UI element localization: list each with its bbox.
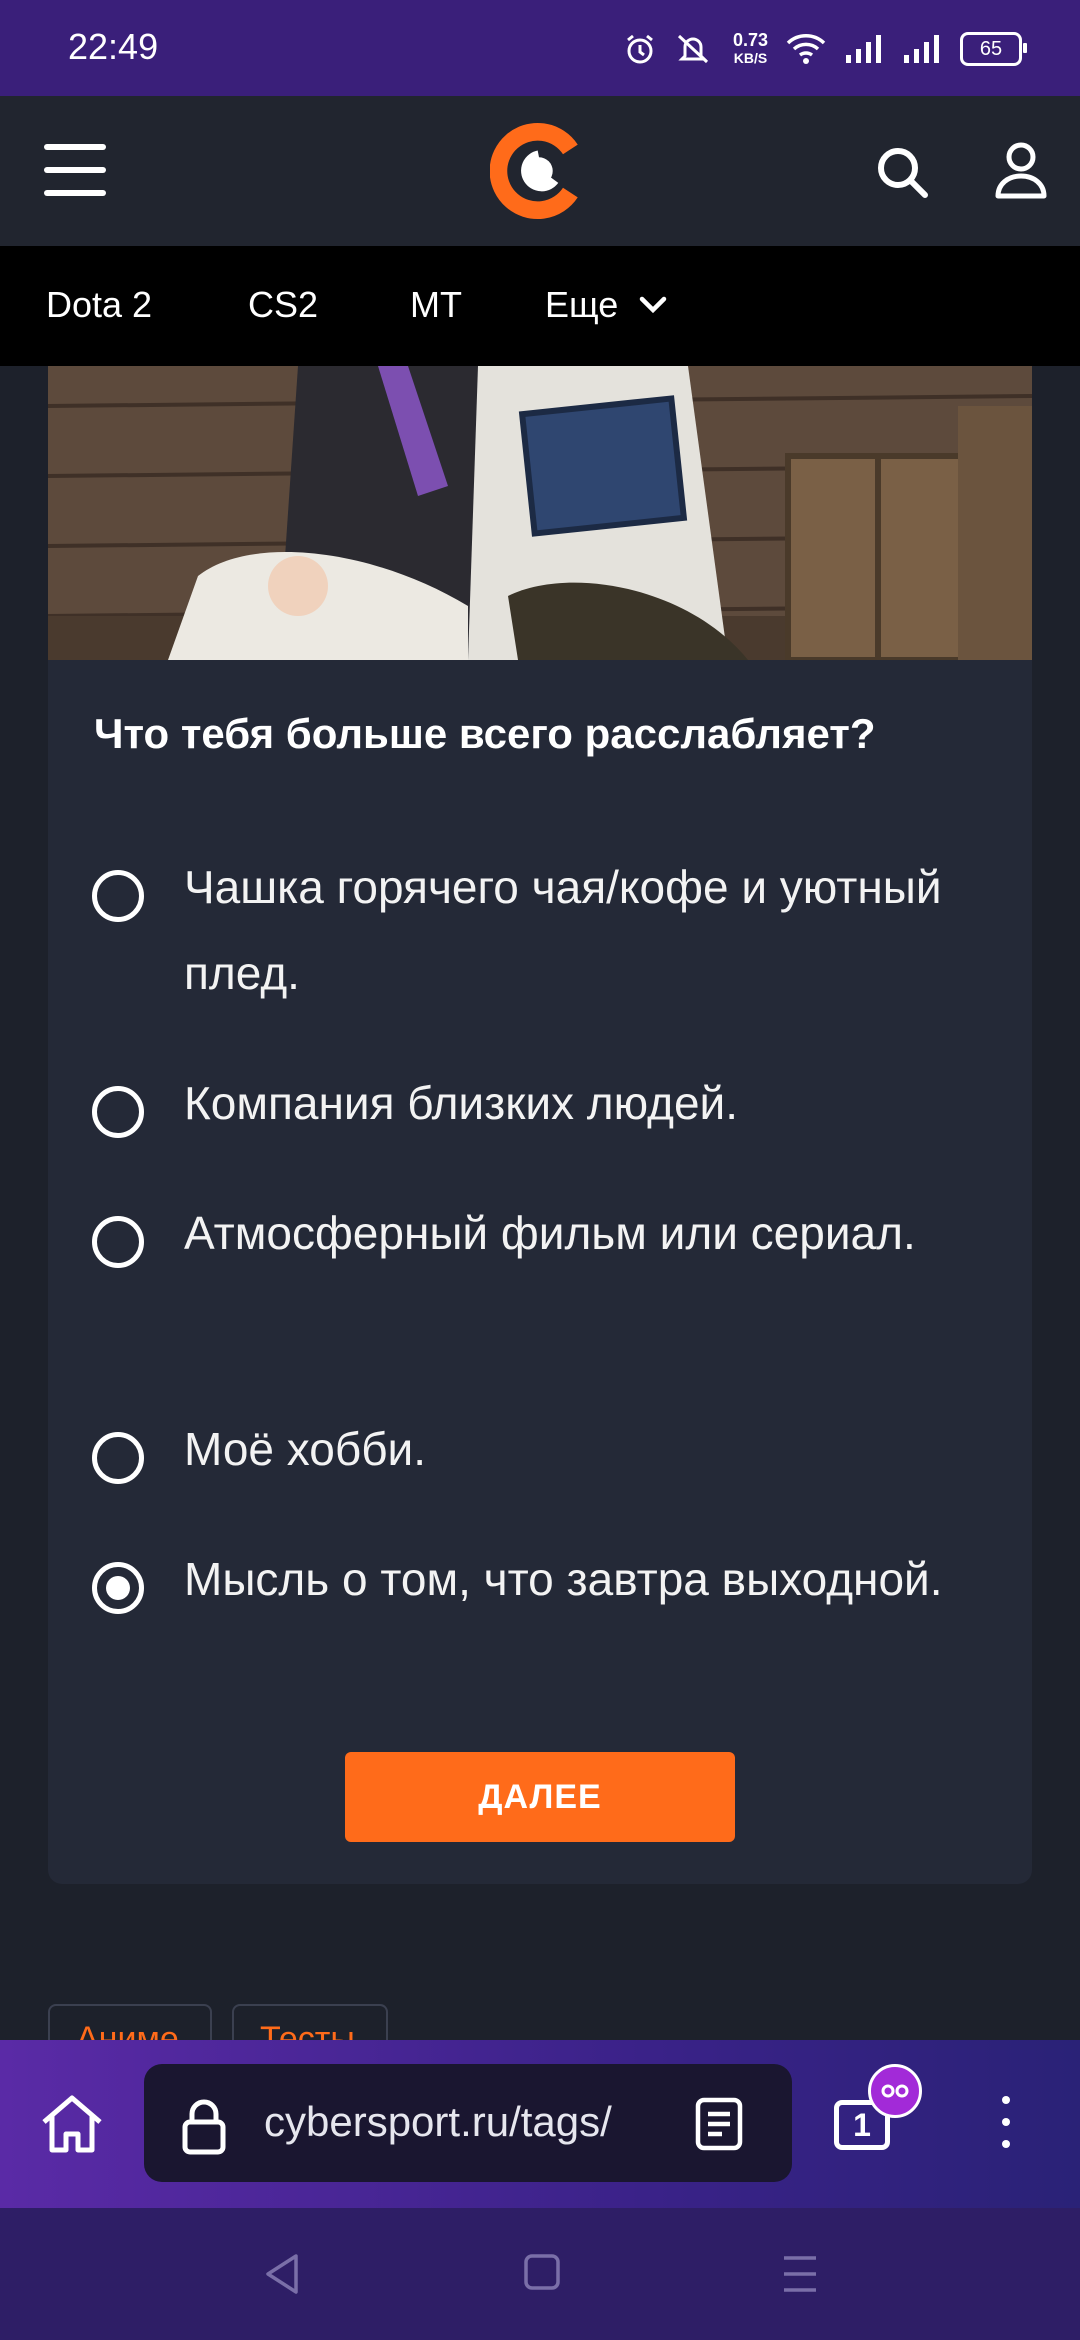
alarm-icon xyxy=(627,34,653,64)
lock-icon xyxy=(182,2099,226,2155)
quiz-option-5[interactable]: Мысль о том, что завтра выходной. xyxy=(92,1550,972,1622)
next-button[interactable]: ДАЛЕЕ xyxy=(345,1752,735,1842)
quiz-option-2[interactable]: Компания близких людей. xyxy=(92,1074,972,1146)
quiz-option-label: Атмосферный фильм или сериал. xyxy=(184,1207,916,1259)
radio-unchecked-icon[interactable] xyxy=(92,1216,144,1268)
nav-item-dota2[interactable]: Dota 2 xyxy=(46,284,152,326)
quiz-option-1[interactable]: Чашка горячего чая/кофе и уютный плед. xyxy=(92,858,972,1016)
signal-icon-2 xyxy=(904,35,939,63)
signal-icon-1 xyxy=(846,35,881,63)
more-options-icon[interactable] xyxy=(996,2096,1016,2158)
url-text[interactable]: cybersport.ru/tags/ xyxy=(264,2098,654,2146)
category-nav: Dota 2 CS2 MT Еще xyxy=(0,246,1080,366)
site-header xyxy=(0,96,1080,246)
radio-unchecked-icon[interactable] xyxy=(92,1086,144,1138)
radio-unchecked-icon[interactable] xyxy=(92,1432,144,1484)
reader-mode-icon[interactable] xyxy=(694,2096,744,2152)
quiz-card: Что тебя больше всего расслабляет? Чашка… xyxy=(48,366,1032,1884)
home-nav-icon[interactable] xyxy=(522,2252,562,2292)
mute-icon xyxy=(677,34,708,64)
chevron-down-icon xyxy=(640,296,667,314)
address-bar[interactable]: cybersport.ru/tags/ xyxy=(144,2064,792,2182)
nav-more-button[interactable]: Еще xyxy=(545,284,668,326)
wifi-icon xyxy=(786,34,826,64)
net-speed: 0.73 KB/S xyxy=(732,30,768,66)
back-icon[interactable] xyxy=(262,2252,302,2296)
quiz-option-3[interactable]: Атмосферный фильм или сериал. xyxy=(92,1204,972,1276)
status-bar: 22:49 0.73 KB/S 65 xyxy=(0,0,1080,96)
quiz-option-label: Моё хобби. xyxy=(184,1423,427,1475)
nav-item-mt[interactable]: MT xyxy=(410,284,462,326)
status-icons: 0.73 KB/S 65 xyxy=(623,24,1027,74)
user-icon[interactable] xyxy=(994,140,1048,200)
quiz-hero-image xyxy=(48,366,1032,660)
cybersport-logo[interactable] xyxy=(490,122,588,220)
quiz-question: Что тебя больше всего расслабляет? xyxy=(94,710,876,757)
quiz-option-label: Мысль о том, что завтра выходной. xyxy=(184,1553,943,1605)
nav-item-cs2[interactable]: CS2 xyxy=(248,284,318,326)
system-navigation-bar xyxy=(0,2208,1080,2340)
incognito-icon xyxy=(868,2064,922,2118)
nav-more-label: Еще xyxy=(545,284,619,325)
radio-checked-icon[interactable] xyxy=(92,1562,144,1614)
radio-unchecked-icon[interactable] xyxy=(92,870,144,922)
browser-toolbar: cybersport.ru/tags/ 1 xyxy=(0,2040,1080,2208)
battery-indicator: 65 xyxy=(960,32,1027,66)
quiz-option-4[interactable]: Моё хобби. xyxy=(92,1420,972,1492)
quiz-option-label: Компания близких людей. xyxy=(184,1077,739,1129)
hamburger-icon[interactable] xyxy=(44,144,106,196)
home-icon[interactable] xyxy=(38,2090,106,2158)
search-icon[interactable] xyxy=(874,144,930,200)
status-time: 22:49 xyxy=(68,26,159,67)
recents-icon[interactable] xyxy=(780,2252,820,2296)
quiz-option-label: Чашка горячего чая/кофе и уютный плед. xyxy=(184,861,942,999)
